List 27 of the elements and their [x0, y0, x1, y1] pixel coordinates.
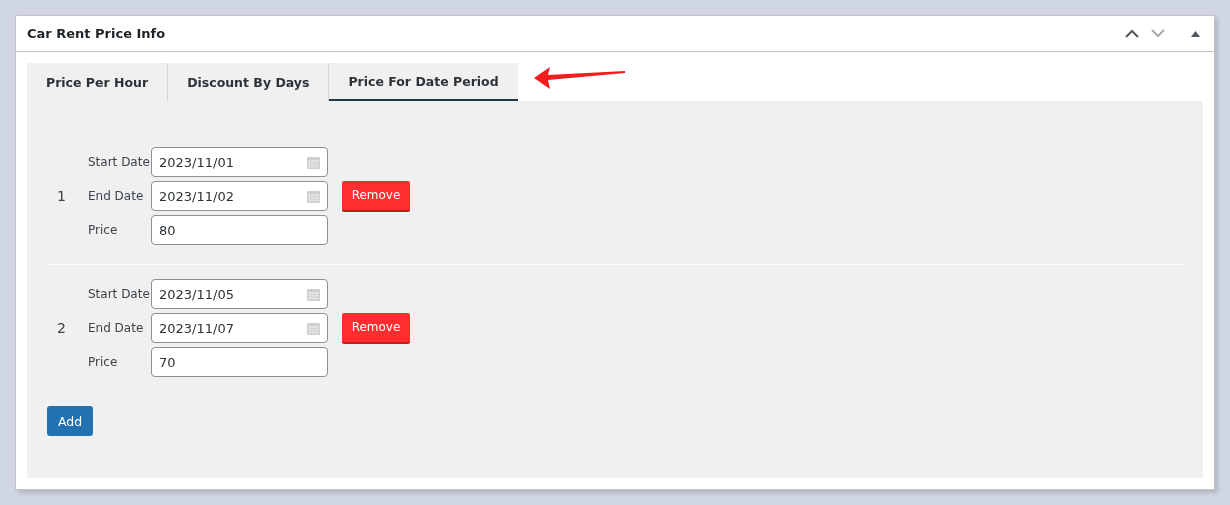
period-number: 2 [56, 320, 67, 336]
date-field[interactable]: 2023/11/02 [151, 181, 328, 211]
add-button[interactable]: Add [47, 406, 93, 436]
date-field[interactable]: 2023/11/05 [151, 279, 328, 309]
field-label: Start Date [88, 155, 151, 169]
field-label: End Date [88, 189, 145, 203]
calendar-icon [307, 189, 320, 203]
period-number: 1 [56, 188, 67, 204]
tab[interactable]: Discount By Days [168, 63, 330, 101]
date-field[interactable]: 2023/11/07 [151, 313, 328, 343]
chevron-up-icon[interactable] [1125, 29, 1139, 38]
date-field[interactable]: 2023/11/01 [151, 147, 328, 177]
triangle-up-icon[interactable] [1191, 30, 1200, 37]
tab[interactable]: Price Per Hour [27, 63, 169, 101]
field-label: Price [88, 223, 119, 237]
tab[interactable]: Price For Date Period [329, 63, 518, 101]
remove-button[interactable]: Remove [342, 312, 410, 344]
calendar-icon [307, 321, 320, 335]
input-field[interactable]: 70 [151, 347, 328, 377]
remove-button[interactable]: Remove [342, 180, 410, 212]
field-label: Start Date [88, 287, 151, 301]
panel-title: Car Rent Price Info [27, 26, 166, 41]
field-label: End Date [88, 321, 145, 335]
field-label: Price [88, 355, 119, 369]
calendar-icon [307, 287, 320, 301]
input-field[interactable]: 80 [151, 215, 328, 245]
calendar-icon [307, 155, 320, 169]
